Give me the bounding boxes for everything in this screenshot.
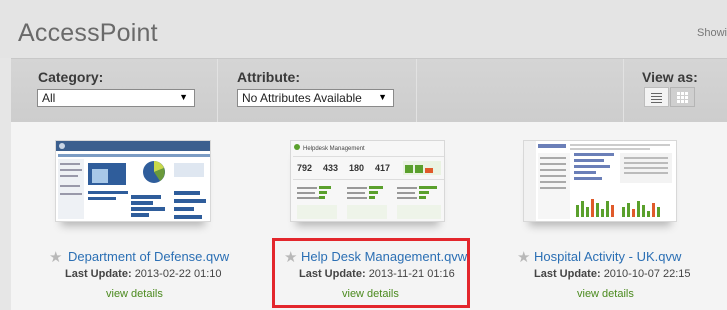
filter-toolbar: Category: All ▼ Attribute: No Attributes… [11, 58, 727, 123]
document-thumbnail[interactable]: Helpdesk Management 792 433 180 417 [290, 140, 445, 222]
grid-view-button[interactable] [670, 87, 695, 107]
document-card[interactable]: ★ Department of Defense.qvw Last Update:… [43, 140, 273, 305]
category-select[interactable]: All ▼ [37, 89, 195, 107]
last-update: Last Update: 2013-02-22 01:10 [65, 268, 222, 280]
toolbar-divider [416, 59, 417, 123]
grid-view-icon [677, 92, 688, 103]
last-update-value: 2010-10-07 22:15 [603, 268, 691, 280]
thumbnail-kpi: 417 [375, 163, 390, 173]
last-update-label: Last Update: [65, 268, 132, 280]
document-title-link[interactable]: Department of Defense.qvw [68, 249, 229, 264]
dropdown-arrow-icon: ▼ [378, 92, 387, 102]
attribute-select[interactable]: No Attributes Available ▼ [237, 89, 394, 107]
toolbar-divider [217, 59, 218, 123]
thumbnail-kpi: 433 [323, 163, 338, 173]
last-update-value: 2013-02-22 01:10 [134, 268, 222, 280]
document-thumbnail[interactable] [523, 140, 677, 222]
app-header: AccessPoint Showi [0, 0, 727, 58]
highlight-box [272, 238, 470, 308]
view-details-link[interactable]: view details [577, 288, 634, 300]
list-view-icon [651, 93, 662, 103]
attribute-value: No Attributes Available [242, 91, 362, 105]
category-label: Category: [38, 69, 104, 85]
favorite-star-icon[interactable]: ★ [517, 250, 530, 265]
document-title-link[interactable]: Hospital Activity - UK.qvw [534, 249, 681, 264]
category-value: All [42, 91, 56, 105]
thumbnail-kpi: 180 [349, 163, 364, 173]
attribute-label: Attribute: [237, 69, 300, 85]
thumbnail-heading: Helpdesk Management [303, 146, 365, 152]
view-as-label: View as: [642, 69, 698, 85]
favorite-star-icon[interactable]: ★ [49, 250, 62, 265]
document-thumbnail[interactable] [55, 140, 211, 222]
document-card[interactable]: ★ Hospital Activity - UK.qvw Last Update… [509, 140, 727, 305]
thumbnail-kpi: 792 [297, 163, 312, 173]
dropdown-arrow-icon: ▼ [179, 92, 188, 102]
last-update-label: Last Update: [534, 268, 601, 280]
toolbar-divider [623, 59, 624, 123]
list-view-button[interactable] [644, 87, 669, 107]
showing-text: Showi [697, 27, 727, 39]
last-update: Last Update: 2010-10-07 22:15 [534, 268, 691, 280]
view-details-link[interactable]: view details [106, 288, 163, 300]
page-title: AccessPoint [18, 19, 158, 47]
